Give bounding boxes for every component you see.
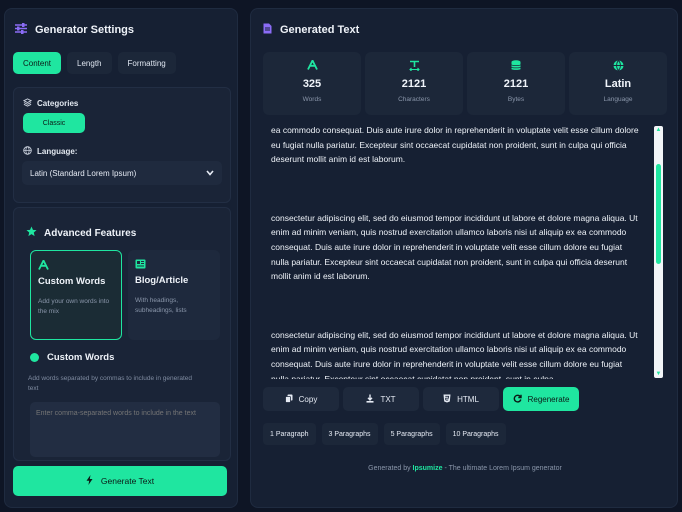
generate-text-button[interactable]: Generate Text <box>13 466 227 496</box>
stat-language-label: Language <box>603 96 633 103</box>
download-icon <box>366 394 374 405</box>
stat-bytes-value: 2121 <box>503 78 529 90</box>
scrollbar-thumb[interactable] <box>656 164 661 264</box>
output-title: Generated Text <box>280 24 360 36</box>
regenerate-label: Regenerate <box>527 394 570 404</box>
newspaper-icon <box>135 258 213 272</box>
file-text-icon <box>263 23 272 37</box>
download-txt-button[interactable]: TXT <box>343 387 419 411</box>
stats-row: 325 Words 2121 Characters 2121 Bytes Lat… <box>263 52 667 115</box>
scroll-down-icon[interactable]: ▼ <box>655 371 662 377</box>
copy-icon <box>284 394 293 405</box>
categories-label: Categories <box>37 99 79 108</box>
advanced-features-title: Advanced Features <box>44 227 137 239</box>
preset-5-paragraphs[interactable]: 5 Paragraphs <box>383 423 440 445</box>
circle-icon <box>30 353 39 362</box>
stat-characters-value: 2121 <box>401 78 427 90</box>
stat-words-label: Words <box>302 96 322 103</box>
text-paragraph: ea commodo consequat. Duis aute irure do… <box>271 125 639 165</box>
download-html-button[interactable]: HTML <box>423 387 499 411</box>
stat-characters: 2121 Characters <box>365 52 463 115</box>
footer: Generated by Ipsumize - The ultimate Lor… <box>251 465 679 472</box>
categories-section: Categories Classic Language: Latin (Stan… <box>13 87 231 203</box>
stat-words-value: 325 <box>302 78 322 90</box>
stat-language: Latin Language <box>569 52 667 115</box>
custom-words-card[interactable]: Custom Words Add your own words into the… <box>30 250 122 340</box>
preset-10-paragraphs[interactable]: 10 Paragraphs <box>445 423 506 445</box>
tab-formatting[interactable]: Formatting <box>117 52 176 74</box>
stat-bytes-label: Bytes <box>507 96 525 103</box>
stat-language-value: Latin <box>604 78 632 90</box>
bolt-icon <box>86 475 93 487</box>
generated-text-output[interactable]: ea commodo consequat. Duis aute irure do… <box>263 125 667 379</box>
text-paragraph: consectetur adipiscing elit, sed do eius… <box>271 212 638 282</box>
output-header: Generated Text <box>263 23 359 37</box>
html5-icon <box>443 394 451 405</box>
settings-tabs: Content Length Formatting <box>13 52 176 74</box>
output-scrollbar[interactable]: ▲ ▼ <box>654 126 663 378</box>
generated-text-panel: Generated Text 325 Words 2121 Characters… <box>250 8 678 508</box>
custom-words-header: Custom Words <box>30 352 114 363</box>
settings-header: Generator Settings <box>15 23 134 37</box>
categories-label-row: Categories <box>22 98 79 109</box>
tab-length[interactable]: Length <box>67 52 112 74</box>
blog-article-card[interactable]: Blog/Article With headings, subheadings,… <box>128 250 220 340</box>
database-icon <box>511 60 521 74</box>
layers-icon <box>22 98 33 109</box>
language-value: Latin (Standard Lorem Ipsum) <box>30 168 137 178</box>
sliders-icon <box>15 23 27 37</box>
category-classic-button[interactable]: Classic <box>23 113 85 133</box>
preset-1-paragraph[interactable]: 1 Paragraph <box>263 423 316 445</box>
copy-label: Copy <box>298 394 318 404</box>
text-paragraph: consectetur adipiscing elit, sed do eius… <box>271 329 638 379</box>
settings-title: Generator Settings <box>35 24 135 36</box>
paragraph-presets: 1 Paragraph 3 Paragraphs 5 Paragraphs 10… <box>263 423 506 445</box>
language-label: Language: <box>37 147 78 156</box>
footer-brand-link[interactable]: Ipsumize <box>413 465 443 472</box>
generator-settings-panel: Generator Settings Content Length Format… <box>4 8 238 508</box>
copy-button[interactable]: Copy <box>263 387 339 411</box>
custom-words-description: Add words separated by commas to include… <box>28 375 193 392</box>
globe-icon <box>23 146 32 157</box>
advanced-features-section: Advanced Features Custom Words Add your … <box>13 207 231 461</box>
generated-text-content: ea commodo consequat. Duis aute irure do… <box>271 125 639 379</box>
custom-words-card-desc: Add your own words into the mix <box>38 298 110 315</box>
custom-words-input[interactable] <box>30 402 220 457</box>
letter-a-icon <box>306 58 318 74</box>
globe-icon <box>613 60 624 74</box>
advanced-features-header: Advanced Features <box>26 226 136 240</box>
stat-words: 325 Words <box>263 52 361 115</box>
blog-article-card-desc: With headings, subheadings, lists <box>135 297 187 314</box>
html-label: HTML <box>457 394 479 404</box>
footer-prefix: Generated by <box>368 465 411 472</box>
custom-words-title: Custom Words <box>47 352 115 363</box>
star-icon <box>26 226 37 240</box>
txt-label: TXT <box>380 394 396 404</box>
output-actions: Copy TXT HTML Regenerate <box>263 387 579 411</box>
scroll-up-icon[interactable]: ▲ <box>655 127 662 133</box>
footer-suffix: - The ultimate Lorem Ipsum generator <box>444 465 562 472</box>
generate-text-label: Generate Text <box>100 476 155 486</box>
custom-words-card-title: Custom Words <box>38 276 106 287</box>
text-icon <box>408 60 420 74</box>
language-select[interactable]: Latin (Standard Lorem Ipsum) <box>22 161 222 185</box>
regenerate-button[interactable]: Regenerate <box>503 387 579 411</box>
stat-characters-label: Characters <box>398 96 430 103</box>
letter-a-icon <box>38 258 114 273</box>
stat-bytes: 2121 Bytes <box>467 52 565 115</box>
blog-article-card-title: Blog/Article <box>135 275 189 286</box>
preset-3-paragraphs[interactable]: 3 Paragraphs <box>321 423 378 445</box>
chevron-down-icon <box>206 169 214 178</box>
language-label-row: Language: <box>23 146 77 157</box>
refresh-icon <box>513 394 522 405</box>
tab-content[interactable]: Content <box>13 52 62 74</box>
